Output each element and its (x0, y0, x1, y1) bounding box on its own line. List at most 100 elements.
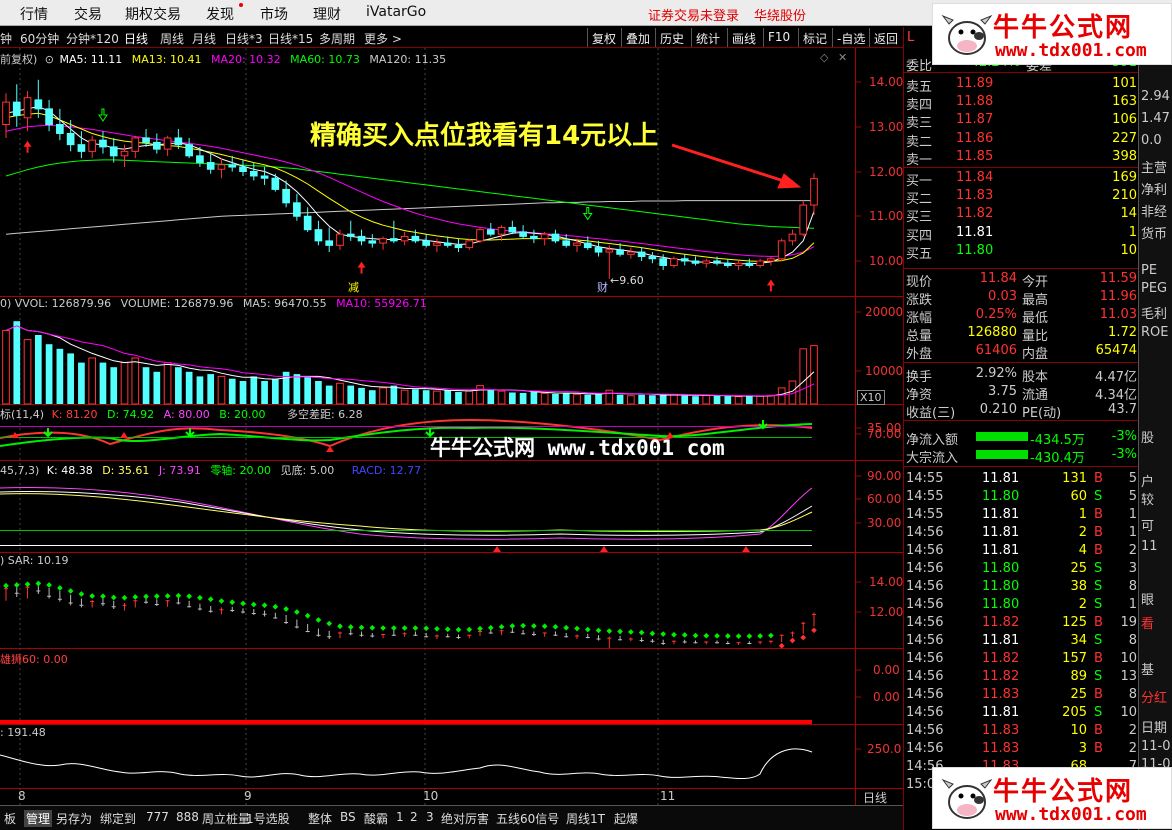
formula-tab[interactable]: 绝对厉害 (441, 810, 489, 827)
formula-tab[interactable]: 管理 (24, 810, 53, 827)
bid-label: 买五 (906, 246, 933, 262)
stats-button[interactable]: 统计 (691, 28, 724, 47)
formula-tab[interactable]: 777 (146, 810, 169, 824)
formula-tab[interactable]: BS (340, 810, 356, 824)
formula-tab[interactable]: 3 (426, 810, 434, 824)
candle-body (594, 247, 603, 253)
f10-side-text: 较 (1141, 493, 1155, 508)
back-button[interactable]: 返回 (869, 28, 902, 47)
tick-row: 14:56 11.83 25 B 8 (904, 686, 1139, 704)
sar-dot (617, 628, 623, 635)
f10-button[interactable]: F10 (763, 28, 794, 47)
formula-tab[interactable]: 2 (410, 810, 418, 824)
stat-value: 0.25% (975, 307, 1017, 322)
formula-tab[interactable]: 绑定到 (100, 810, 136, 827)
menu-market[interactable]: 市场 (260, 4, 288, 24)
formula-tab[interactable]: 酸霸 (364, 810, 388, 827)
menu-quotes[interactable]: 行情 (20, 4, 48, 24)
cci-header: : 191.48 (0, 726, 46, 739)
diamond-icon[interactable]: ◇ (820, 51, 828, 64)
stat-value: 11.03 (1099, 307, 1137, 322)
period-day3[interactable]: 日线*3 (225, 30, 263, 47)
period-day[interactable]: 日线 (124, 30, 148, 47)
sar-dot (714, 633, 720, 639)
formula-tab[interactable]: 五线60信号 (496, 810, 559, 827)
cow-mascot-icon (941, 14, 993, 55)
period-multi[interactable]: 多周期 (319, 30, 355, 47)
sar-dot (89, 593, 96, 599)
period-60min[interactable]: 60分钟 (20, 30, 59, 47)
formula-tab[interactable]: 周立桩量 (202, 810, 250, 827)
period-min120[interactable]: 分钟*120 (66, 30, 119, 47)
volume-bar (175, 367, 182, 404)
sar-dot (229, 599, 236, 606)
volume-bar (217, 375, 226, 405)
kdj-d-label: D: 35.61 (102, 464, 150, 477)
period-month[interactable]: 月线 (192, 30, 216, 47)
stat-label: 内盘 (1022, 347, 1049, 362)
settings-icon[interactable]: ⊙ (45, 53, 54, 66)
draw-line-button[interactable]: 画线 (727, 28, 760, 47)
f10-side-text: 2.94 (1141, 89, 1170, 104)
ma20-label: MA20: 10.32 (210, 53, 281, 66)
period-more[interactable]: 更多 > (364, 30, 402, 47)
kd-name-label: 标(11,4) (0, 408, 45, 421)
tick-row: 14:55 11.81 1 B 1 (904, 506, 1139, 524)
period-day15[interactable]: 日线*15 (268, 30, 313, 47)
formula-tab[interactable]: 整体 (308, 810, 332, 827)
sar-dot (240, 600, 246, 607)
ma120-label: MA120: 11.35 (369, 53, 447, 66)
tick-row: 14:56 11.82 157 B 10 (904, 650, 1139, 668)
sar-dot (681, 632, 688, 638)
period-toolbar: 钟 60分钟 分钟*120 日线 周线 月线 日线*3 日线*15 多周期 更多… (0, 27, 903, 48)
ma60-line (5, 159, 815, 229)
buy-signal-arrow (357, 261, 366, 274)
volume-bar (444, 390, 452, 404)
menu-trade[interactable]: 交易 (74, 4, 102, 24)
candle-body (174, 137, 183, 146)
formula-tab[interactable]: 起爆 (614, 810, 638, 827)
mark-button[interactable]: 标记 (798, 28, 831, 47)
period-minute[interactable]: 钟 (0, 30, 12, 47)
login-status-link[interactable]: 证券交易未登录 (648, 5, 739, 24)
history-button[interactable]: 历史 (655, 28, 688, 47)
volume-bar (250, 376, 258, 404)
main-chart-header: 前复权) ⊙ MA5: 11.11 MA13: 10.41 MA20: 10.3… (0, 51, 446, 67)
candle-body (530, 235, 538, 240)
tick-time: 14:56 (906, 579, 944, 594)
formula-tab[interactable]: 周线1T (566, 810, 605, 827)
flow-row: 净流入额 -434.5万 -3% (904, 428, 1139, 448)
menu-options[interactable]: 期权交易 (125, 4, 181, 24)
kline-chart[interactable] (0, 48, 903, 805)
volume-bar (573, 393, 581, 405)
kd-d-label: D: 74.92 (107, 408, 155, 421)
volume-bar (304, 376, 311, 404)
ask-volume: 398 (1112, 148, 1137, 164)
stat-value: 126880 (967, 325, 1017, 340)
kd-diff-label: 多空差距: 6.28 (286, 408, 363, 421)
fuquan-button[interactable]: 复权 (587, 28, 620, 47)
x-date-label: 11 (660, 789, 676, 803)
volume-bar (368, 390, 376, 404)
formula-tab[interactable]: 1号选股 (246, 810, 290, 827)
menu-ivatargo[interactable]: iVatarGo (366, 4, 426, 20)
menu-discover[interactable]: 发现 (206, 4, 234, 24)
sar-dot (401, 625, 408, 631)
sar-dot (606, 628, 613, 634)
formula-tab[interactable]: 另存为 (56, 810, 92, 827)
candle-body (465, 240, 474, 249)
formula-tab[interactable]: 888 (176, 810, 199, 824)
unfavorite-button[interactable]: -自选 (832, 28, 869, 47)
close-panel-icon[interactable]: ✕ (838, 51, 847, 64)
candle-body (637, 251, 646, 258)
f10-side-panel: 12.941.470.0主营净利非经货币PEPEG毛利ROE股户较可11眼看基分… (1138, 27, 1172, 830)
overlay-button[interactable]: 叠加 (621, 28, 654, 47)
formula-tab[interactable]: 板 (4, 810, 16, 827)
menu-finance[interactable]: 理财 (313, 4, 341, 24)
sar-dot (57, 585, 63, 591)
logo-url: www.tdx001.com (995, 804, 1147, 825)
broker-name[interactable]: 华绕股份 (754, 5, 806, 24)
formula-tab[interactable]: 1 (396, 810, 404, 824)
sar-dot (531, 623, 537, 629)
period-week[interactable]: 周线 (160, 30, 184, 47)
